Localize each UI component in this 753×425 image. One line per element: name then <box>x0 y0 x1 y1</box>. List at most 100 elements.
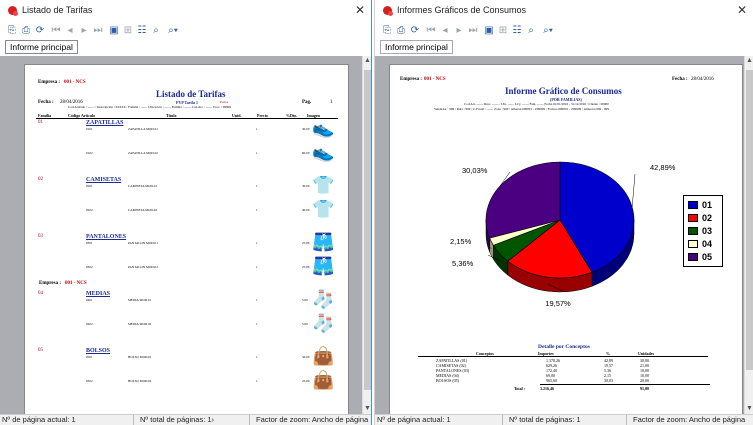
current-page-status: Nº de página actual: 1 <box>375 415 503 425</box>
item-unid: 1 <box>256 151 258 155</box>
scroll-down-icon[interactable]: ▼ <box>745 404 753 414</box>
first-page-icon[interactable]: ⏮ <box>425 25 437 37</box>
first-page-icon[interactable]: ⏮ <box>50 25 62 37</box>
product-image: 👟 <box>312 118 335 138</box>
scroll-thumb[interactable] <box>746 70 753 370</box>
item-price: 25,00 <box>302 379 310 383</box>
group-name: ZAPATILLAS <box>86 120 124 126</box>
last-page-icon[interactable]: ⏭ <box>467 25 479 37</box>
page-setup-icon[interactable]: ⊞ <box>497 25 509 37</box>
status-bar: Nº de página actual: 1 Nº total de págin… <box>0 414 371 425</box>
tree-icon[interactable]: ☷ <box>511 25 523 37</box>
detail-importe: 965,60 <box>546 378 557 383</box>
item-title: MEDIA MOD.02 <box>128 322 152 326</box>
scroll-down-icon[interactable]: ▼ <box>363 404 371 414</box>
item-price: 60,00 <box>302 151 310 155</box>
refresh-icon[interactable]: ⟳ <box>409 25 421 37</box>
item-unid: 1 <box>256 298 258 302</box>
title-bar: Listado de Tarifas ✕ <box>0 0 371 22</box>
refresh-icon[interactable]: ⟳ <box>34 25 46 37</box>
export-icon[interactable]: ⎘ <box>381 25 393 37</box>
tab-informe-principal[interactable]: Informe principal <box>5 40 78 54</box>
report-toolbar: ⎘ ⎙ ⟳ ⏮ ◂ ▸ ⏭ ▣ ⊞ ☷ ⌕ ⌕▾ <box>375 24 753 40</box>
print-icon[interactable]: ⎙ <box>20 25 32 37</box>
tarifas-window: Listado de Tarifas ✕ ⎘ ⎙ ⟳ ⏮ ◂ ▸ ⏭ ▣ ⊞ ☷… <box>0 0 372 425</box>
total-pages-status: Nº total de páginas: 1 <box>507 415 627 425</box>
item-code: 0301 <box>86 241 93 245</box>
group-code: 01 <box>38 120 43 125</box>
close-icon[interactable]: ✕ <box>355 3 365 17</box>
total-rule <box>540 384 710 385</box>
scroll-up-icon[interactable]: ▲ <box>745 56 753 66</box>
tree-icon[interactable]: ☷ <box>136 25 148 37</box>
legend-label-01: 01 <box>702 200 713 210</box>
fecha-label: Fecha : <box>38 100 54 105</box>
window-title: Listado de Tarifas <box>22 5 93 15</box>
window-title: Informes Gráficos de Consumos <box>397 5 527 15</box>
group-code: 04 <box>38 291 43 296</box>
find-options-icon[interactable]: ⌕▾ <box>164 25 182 37</box>
slice-label-05: 30,03% <box>462 166 488 175</box>
scroll-thumb[interactable] <box>364 70 371 390</box>
header-rule <box>36 118 338 119</box>
tarifas-report: Empresa : 001 - NCS Listado de Tarifas Fech… <box>24 56 349 408</box>
item-code: 0402 <box>86 322 93 326</box>
app-icon <box>8 6 18 16</box>
item-unid: 1 <box>256 127 258 131</box>
page-setup-icon[interactable]: ⊞ <box>122 25 134 37</box>
vertical-scrollbar[interactable]: ▲ ▼ <box>744 56 753 414</box>
item-title: BOLSO MOD.01 <box>128 355 152 359</box>
item-code: 0102 <box>86 151 93 155</box>
filters-line: Cod.Artículo : ------ / Descripción : ZZ… <box>68 105 231 109</box>
item-title: CAMISETA MOD.02 <box>128 208 158 212</box>
export-icon[interactable]: ⎘ <box>6 25 18 37</box>
item-title: ZAPATILLA MOD.02 <box>128 151 158 155</box>
item-code: 0101 <box>86 127 93 131</box>
next-page-icon[interactable]: ▸ <box>453 25 465 37</box>
legend-swatch-02 <box>688 214 698 222</box>
prev-page-icon[interactable]: ◂ <box>439 25 451 37</box>
detail-name: BOLSOS (05) <box>436 378 460 383</box>
item-unid: 1 <box>256 355 258 359</box>
empresa-value: 001 - NCS <box>64 80 86 85</box>
item-unid: 1 <box>256 208 258 212</box>
fecha-value: 28/04/2016 <box>691 77 714 82</box>
group-code: 02 <box>38 177 43 182</box>
tarifa-currency: Euros <box>220 100 229 104</box>
vertical-scrollbar[interactable]: ▲ ▼ <box>362 56 371 414</box>
report-title: Listado de Tarifas <box>156 89 226 99</box>
search-icon[interactable]: ⌕ <box>525 25 537 37</box>
next-page-icon[interactable]: ▸ <box>78 25 90 37</box>
zoom-icon[interactable]: ▣ <box>483 25 495 37</box>
zoom-icon[interactable]: ▣ <box>108 25 120 37</box>
report-title: Informe Gráfico de Consumos <box>505 86 622 96</box>
product-image: 👜 <box>312 346 335 366</box>
item-unid: 1 <box>256 322 258 326</box>
empresa-value: 001 - NCS <box>424 77 446 82</box>
close-icon[interactable]: ✕ <box>737 3 747 17</box>
prev-page-icon[interactable]: ◂ <box>64 25 76 37</box>
item-title: CAMISETA MOD.01 <box>128 184 158 188</box>
status-bar: Nº de página actual: 1 Nº total de págin… <box>375 414 753 425</box>
tab-informe-principal[interactable]: Informe principal <box>380 40 453 54</box>
product-image: 🩳 <box>312 232 335 252</box>
total-importe: 3.216,46 <box>540 386 554 391</box>
search-icon[interactable]: ⌕ <box>150 25 162 37</box>
last-page-icon[interactable]: ⏭ <box>92 25 104 37</box>
item-title: PANTALON MOD.01 <box>128 241 158 245</box>
print-icon[interactable]: ⎙ <box>395 25 407 37</box>
total-label: Total : <box>514 386 526 391</box>
item-unid: 1 <box>256 265 258 269</box>
item-code: 0502 <box>86 379 93 383</box>
legend-label-03: 03 <box>702 226 713 236</box>
product-image: 👕 <box>312 175 335 195</box>
find-options-icon[interactable]: ⌕▾ <box>539 25 557 37</box>
scroll-up-icon[interactable]: ▲ <box>363 56 371 66</box>
total-unidades: 91,00 <box>640 386 649 391</box>
item-price: 30,00 <box>302 184 310 188</box>
legend-label-05: 05 <box>702 252 713 262</box>
tab-bar: Informe principal <box>375 40 753 55</box>
empresa-label: Empresa : <box>38 80 60 85</box>
item-price: 30,00 <box>302 127 310 131</box>
item-unid: 1 <box>256 379 258 383</box>
